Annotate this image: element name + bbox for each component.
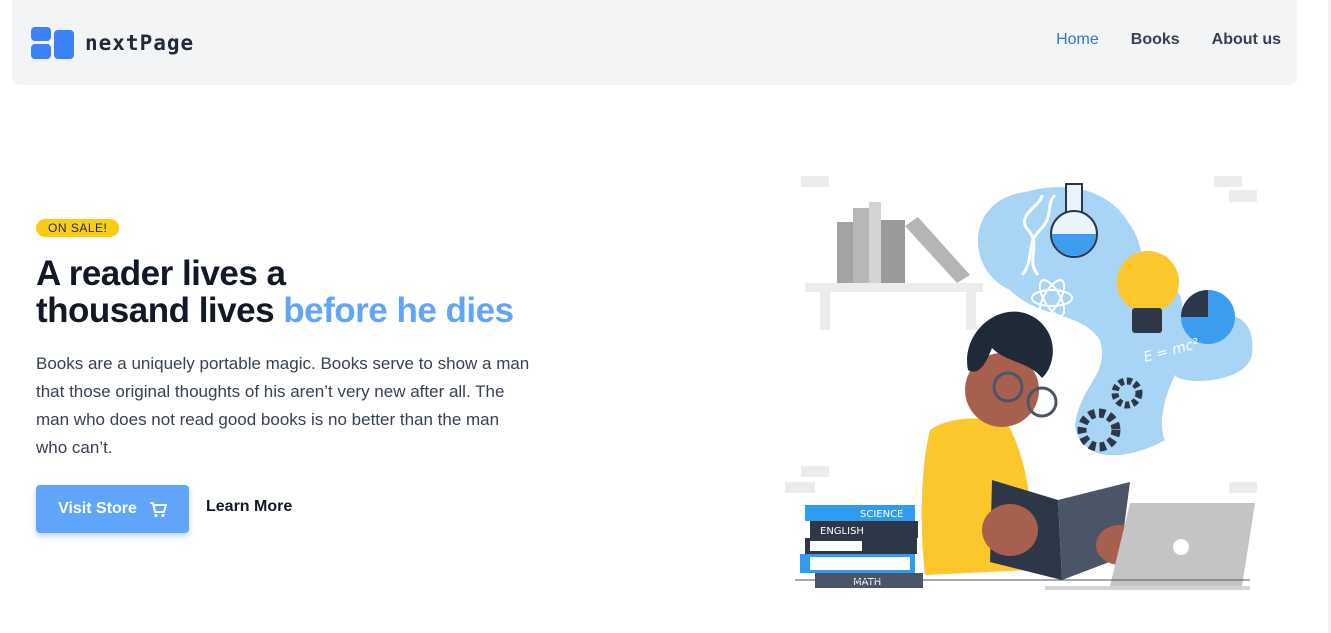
book-label-math: MATH bbox=[853, 577, 881, 588]
nav-link-about[interactable]: About us bbox=[1212, 31, 1281, 49]
brand-logo[interactable]: nextPage bbox=[31, 27, 194, 59]
hero-headline: A reader lives a thousand lives before h… bbox=[36, 255, 596, 329]
visit-store-label: Visit Store bbox=[58, 500, 137, 517]
learn-more-button[interactable]: Learn More bbox=[206, 498, 292, 516]
hero-illustration: E = mc² SCIENCE ENGLISH MATH bbox=[785, 176, 1257, 590]
brand-name: nextPage bbox=[85, 31, 195, 55]
visit-store-button[interactable]: Visit Store bbox=[36, 485, 189, 533]
blocks-logo-icon bbox=[31, 27, 74, 59]
navbar: nextPage Home Books About us bbox=[12, 0, 1297, 85]
book-label-science: SCIENCE bbox=[860, 509, 903, 520]
hero-description: Books are a uniquely portable magic. Boo… bbox=[36, 354, 530, 457]
headline-accent: before he dies bbox=[283, 291, 514, 330]
sale-badge: ON SALE! bbox=[36, 219, 120, 237]
headline-line-2: thousand lives bbox=[36, 291, 275, 330]
book-label-english: ENGLISH bbox=[820, 526, 864, 537]
nav-menu: Home Books About us bbox=[1056, 31, 1281, 49]
nav-link-home[interactable]: Home bbox=[1056, 31, 1099, 49]
cart-icon bbox=[149, 501, 167, 517]
nav-link-books[interactable]: Books bbox=[1131, 31, 1180, 49]
headline-line-1: A reader lives a bbox=[36, 254, 286, 293]
